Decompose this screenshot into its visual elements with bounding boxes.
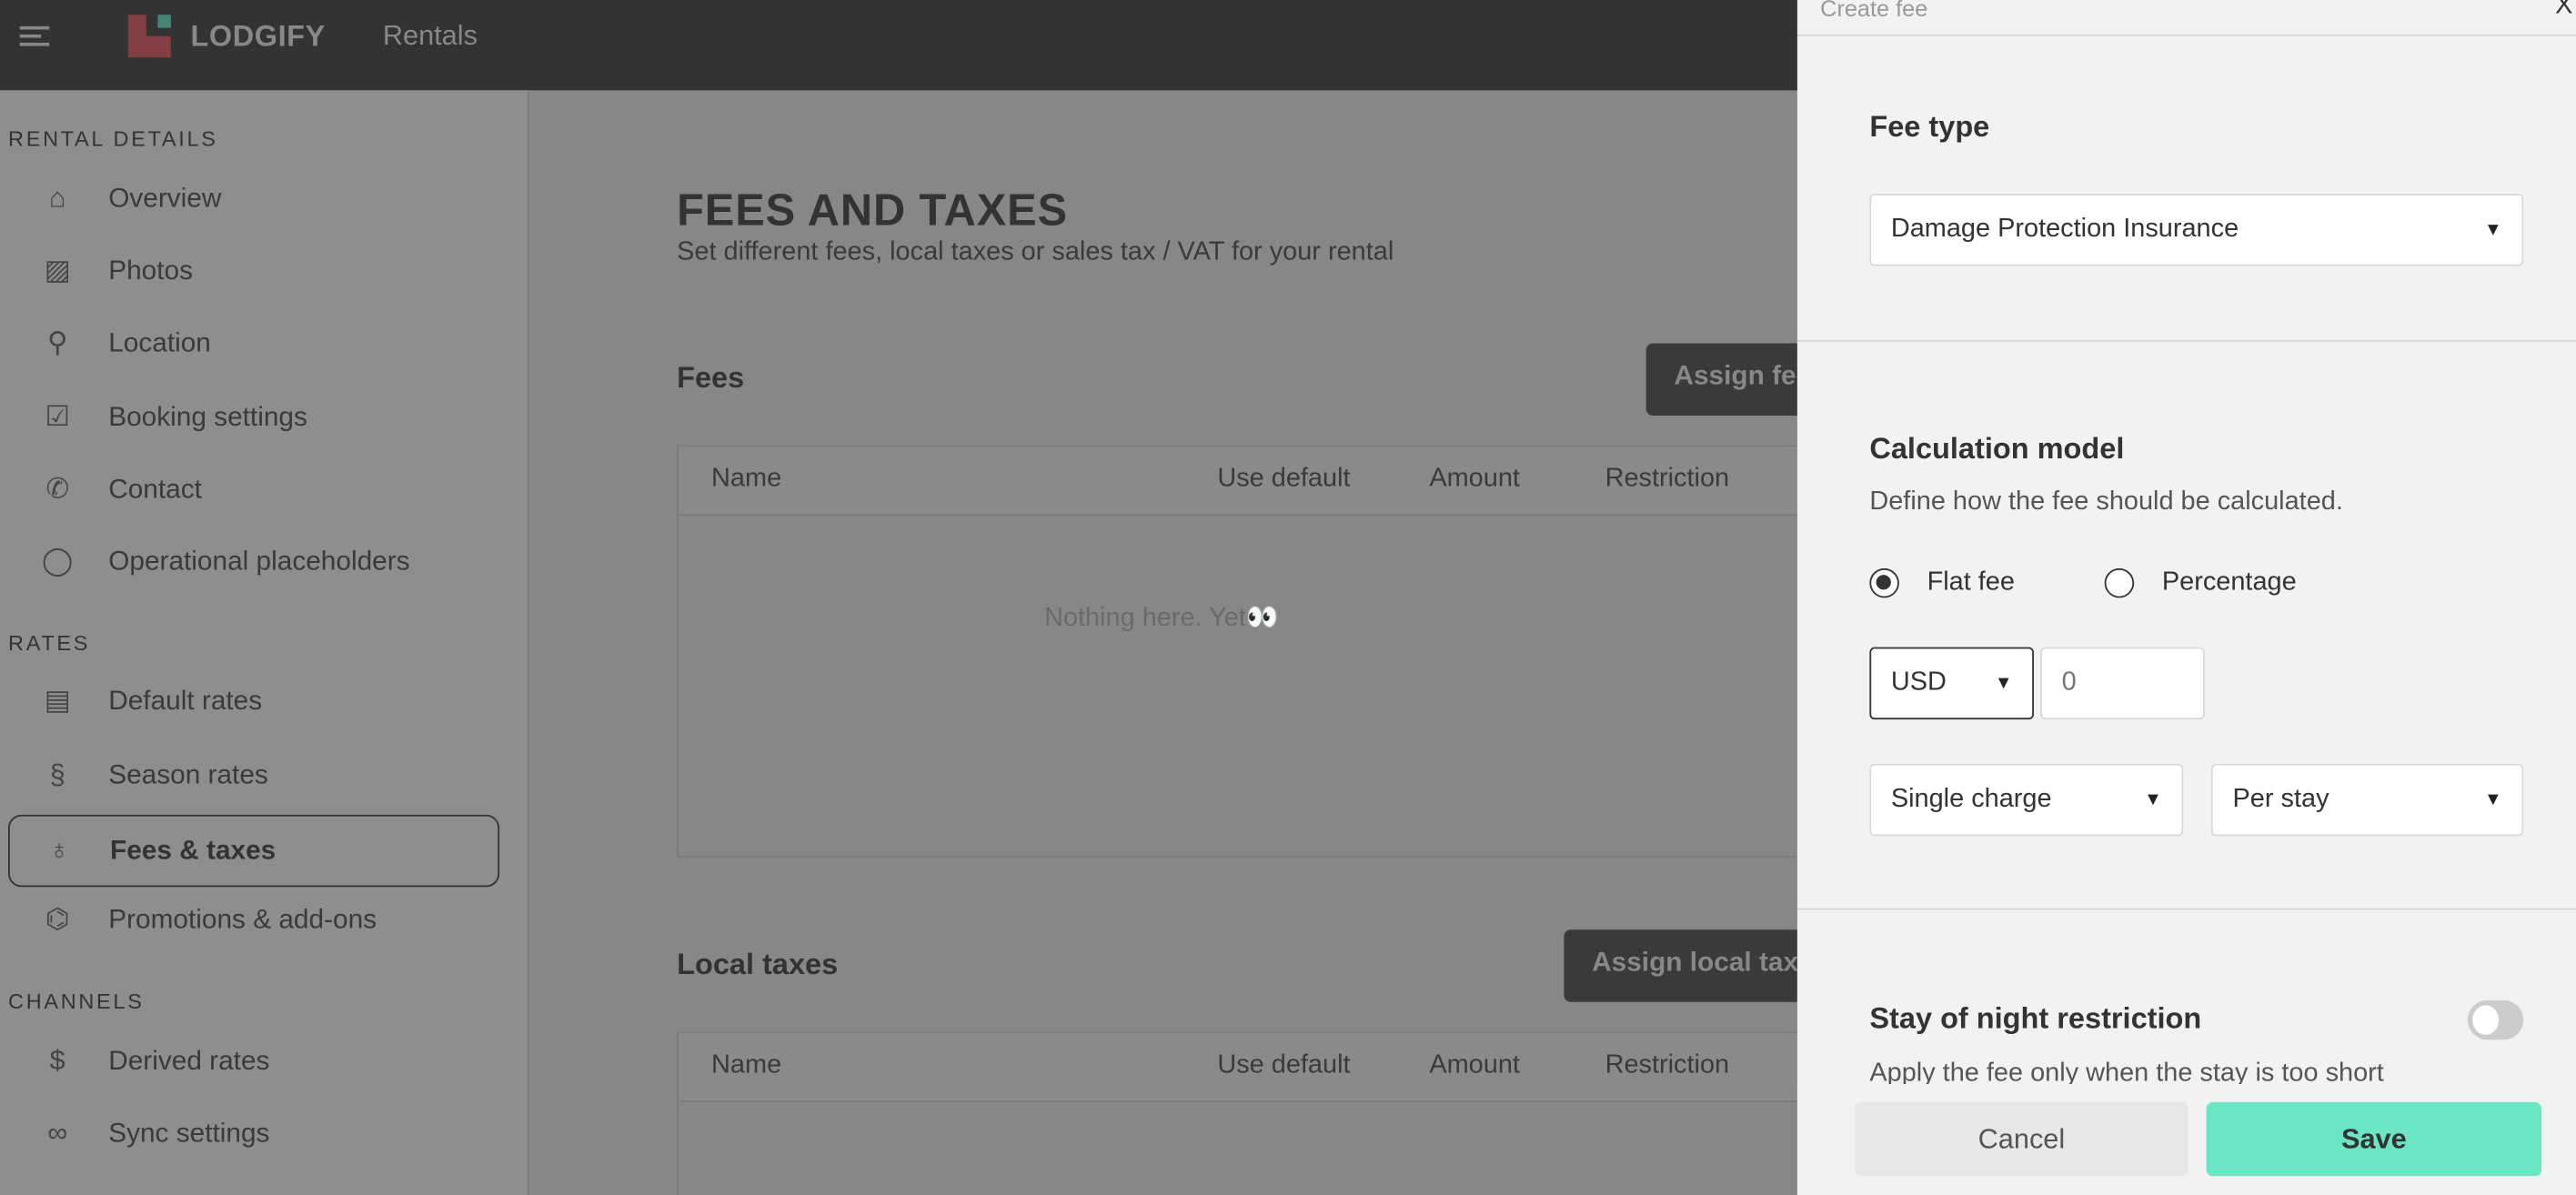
sidebar-item-location[interactable]: ⚲ Location bbox=[8, 307, 499, 379]
link-icon: ∞ bbox=[47, 1117, 68, 1149]
col-use-default: Use default bbox=[1217, 465, 1351, 493]
page-subtitle: Set different fees, local taxes or sales… bbox=[677, 237, 1394, 266]
create-fee-panel: Create fee X Fee type Damage Protection … bbox=[1796, 0, 2576, 1195]
phone-icon: ✆ bbox=[45, 473, 70, 505]
item-label: Overview bbox=[108, 183, 222, 213]
caret-down-icon: ▼ bbox=[1994, 673, 2013, 694]
close-icon[interactable]: X bbox=[2555, 0, 2572, 21]
item-label: Fees & taxes bbox=[110, 835, 277, 865]
radio-unchecked-icon bbox=[2104, 567, 2135, 598]
divider bbox=[1796, 908, 2576, 910]
item-label: Sync settings bbox=[108, 1118, 270, 1148]
calculation-model-label: Calculation model bbox=[1869, 432, 2125, 466]
currency-select[interactable]: USD ▼ bbox=[1869, 647, 2034, 720]
clipboard-icon: ☑ bbox=[45, 400, 70, 433]
sidebar-item-derived-rates[interactable]: $ Derived rates bbox=[8, 1025, 499, 1097]
table-header: Name Use default Amount Restriction bbox=[678, 447, 1826, 517]
item-label: Derived rates bbox=[108, 1045, 270, 1076]
restriction-toggle[interactable] bbox=[2467, 999, 2524, 1040]
money-icon: ▤ bbox=[44, 685, 71, 717]
radio-flat-fee[interactable]: Flat fee bbox=[1869, 567, 2015, 598]
caret-down-icon: ▼ bbox=[2484, 220, 2502, 240]
radio-percentage[interactable]: Percentage bbox=[2104, 567, 2297, 598]
panel-title: Create fee bbox=[1820, 0, 1928, 22]
col-use-default: Use default bbox=[1217, 1050, 1351, 1080]
image-icon: ▨ bbox=[44, 254, 71, 286]
chat-icon: ◯ bbox=[42, 545, 74, 577]
cancel-button[interactable]: Cancel bbox=[1855, 1101, 2189, 1177]
season-icon: § bbox=[49, 758, 65, 790]
item-label: Operational placeholders bbox=[108, 546, 410, 577]
sidebar-item-booking-settings[interactable]: ☑ Booking settings bbox=[8, 381, 499, 453]
item-label: Photos bbox=[108, 255, 193, 286]
item-label: Season rates bbox=[108, 759, 268, 789]
restriction-label: Stay of night restriction bbox=[1869, 1001, 2202, 1035]
col-amount: Amount bbox=[1429, 465, 1520, 493]
divider bbox=[1796, 34, 2576, 36]
charge-value: Single charge bbox=[1890, 785, 2052, 814]
save-button[interactable]: Save bbox=[2206, 1101, 2542, 1177]
fee-type-value: Damage Protection Insurance bbox=[1890, 215, 2239, 244]
lodgify-logo[interactable] bbox=[127, 15, 171, 58]
sidebar-item-operational-placeholders[interactable]: ◯ Operational placeholders bbox=[8, 526, 499, 598]
currency-value: USD bbox=[1890, 668, 1947, 697]
sidebar-item-default-rates[interactable]: ▤ Default rates bbox=[8, 665, 499, 737]
menu-icon[interactable] bbox=[19, 25, 50, 49]
item-label: Location bbox=[108, 327, 211, 357]
sidebar-item-season-rates[interactable]: § Season rates bbox=[8, 739, 499, 811]
money-bag-icon: ♁ bbox=[48, 834, 70, 866]
calculation-model-description: Define how the fee should be calculated. bbox=[1869, 487, 2343, 517]
caret-down-icon: ▼ bbox=[2484, 789, 2502, 810]
home-icon: ⌂ bbox=[48, 182, 66, 214]
section-channels: CHANNELS bbox=[8, 989, 145, 1014]
col-name: Name bbox=[711, 465, 782, 493]
fees-heading: Fees bbox=[677, 361, 745, 395]
fee-type-select[interactable]: Damage Protection Insurance ▼ bbox=[1869, 194, 2524, 266]
item-label: Contact bbox=[108, 474, 202, 504]
fees-table: Name Use default Amount Restriction Noth… bbox=[677, 445, 1827, 858]
page-title: FEES AND TAXES bbox=[677, 186, 1069, 236]
charge-select[interactable]: Single charge ▼ bbox=[1869, 763, 2184, 837]
local-taxes-heading: Local taxes bbox=[677, 948, 839, 981]
sidebar-item-fees-taxes[interactable]: ♁ Fees & taxes bbox=[8, 814, 500, 888]
caret-down-icon: ▼ bbox=[2144, 789, 2162, 810]
sidebar-item-sync-settings[interactable]: ∞ Sync settings bbox=[8, 1097, 499, 1169]
assign-local-taxes-button[interactable]: Assign local taxes bbox=[1564, 929, 1797, 1002]
period-select[interactable]: Per stay ▼ bbox=[2211, 763, 2524, 837]
pin-icon: ⚲ bbox=[46, 326, 68, 358]
sidebar-item-photos[interactable]: ▨ Photos bbox=[8, 235, 499, 306]
section-rates: RATES bbox=[8, 630, 91, 656]
item-label: Promotions & add-ons bbox=[108, 904, 377, 934]
assign-fee-button[interactable]: Assign fee bbox=[1645, 343, 1797, 416]
table-header: Name Use default Amount Restriction bbox=[678, 1033, 1826, 1102]
brand-name: LODGIFY bbox=[190, 19, 326, 53]
divider bbox=[1796, 339, 2576, 342]
sidebar-item-overview[interactable]: ⌂ Overview bbox=[8, 163, 499, 235]
col-name: Name bbox=[711, 1050, 782, 1080]
fee-type-label: Fee type bbox=[1869, 110, 1990, 144]
sidebar: RENTAL DETAILS ⌂ Overview ▨ Photos ⚲ Locati… bbox=[0, 90, 529, 1195]
radio-label: Percentage bbox=[2161, 567, 2297, 597]
local-taxes-table: Name Use default Amount Restriction bbox=[677, 1031, 1827, 1195]
item-label: Default rates bbox=[108, 686, 263, 716]
col-restriction: Restriction bbox=[1605, 1050, 1730, 1080]
sidebar-item-contact[interactable]: ✆ Contact bbox=[8, 453, 499, 525]
col-restriction: Restriction bbox=[1605, 465, 1730, 493]
amount-input[interactable] bbox=[2040, 647, 2205, 720]
item-label: Booking settings bbox=[108, 401, 307, 432]
nav-rentals[interactable]: Rentals bbox=[383, 20, 478, 53]
tag-icon: ⌬ bbox=[45, 903, 70, 935]
col-amount: Amount bbox=[1429, 1050, 1520, 1080]
period-value: Per stay bbox=[2232, 785, 2329, 814]
radio-label: Flat fee bbox=[1927, 567, 2015, 597]
main-content: FEES AND TAXES Set different fees, local… bbox=[530, 90, 1827, 1195]
document-dollar-icon: $ bbox=[49, 1044, 65, 1077]
radio-checked-icon bbox=[1869, 567, 1899, 598]
sidebar-item-promotions[interactable]: ⌬ Promotions & add-ons bbox=[8, 884, 499, 956]
panel-footer: Cancel Save bbox=[1796, 1084, 2576, 1195]
empty-state: Nothing here. Yet👀 bbox=[1044, 604, 1279, 633]
section-rental-details: RENTAL DETAILS bbox=[8, 126, 218, 152]
